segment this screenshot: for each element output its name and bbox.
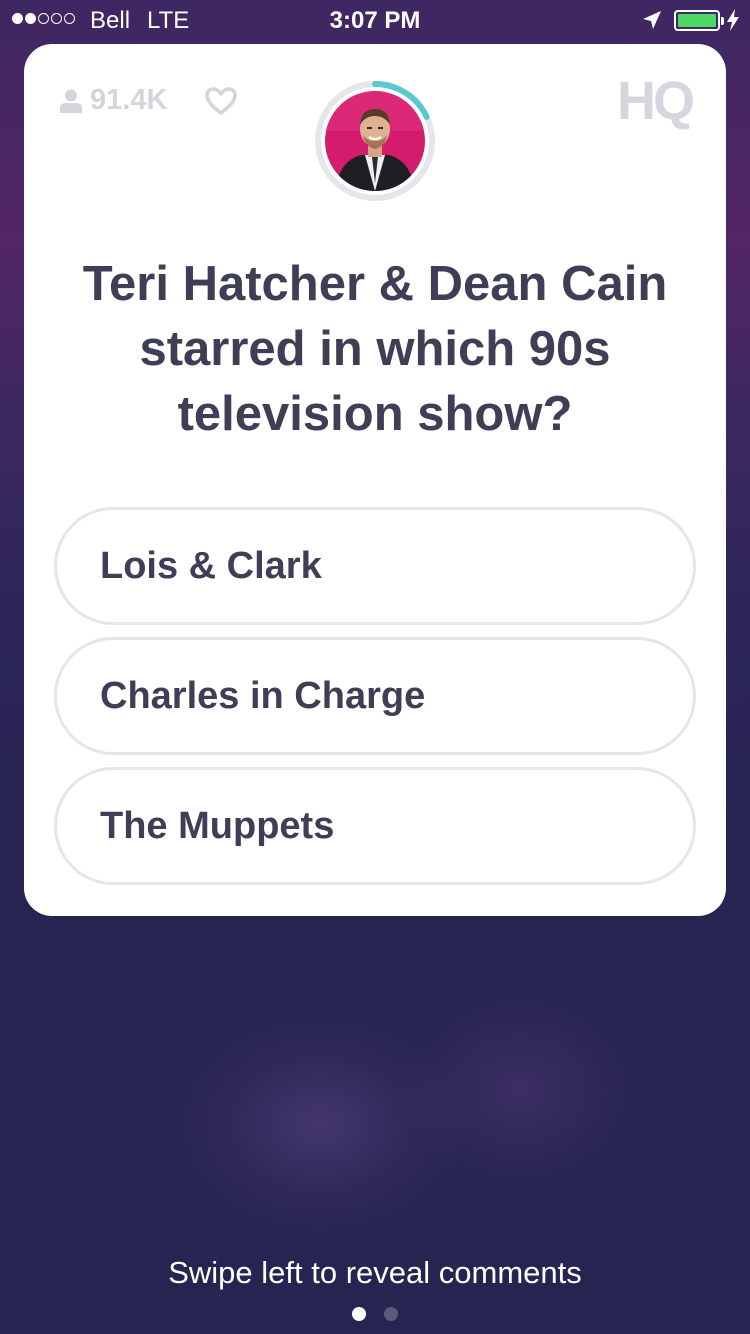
- answer-option-3[interactable]: The Muppets: [54, 767, 696, 885]
- question-text: Teri Hatcher & Dean Cain starred in whic…: [82, 257, 668, 441]
- viewer-count-label: 91.4K: [90, 84, 168, 116]
- page-dot[interactable]: [384, 1307, 398, 1321]
- host-avatar: [314, 80, 436, 202]
- status-bar: Bell LTE 3:07 PM: [0, 0, 750, 40]
- battery-tip: [721, 17, 724, 25]
- answer-option-1[interactable]: Lois & Clark: [54, 507, 696, 625]
- battery-icon: [674, 10, 724, 31]
- swipe-hint: Swipe left to reveal comments: [168, 1255, 582, 1290]
- answer-label: Lois & Clark: [100, 544, 322, 587]
- person-icon: [60, 89, 82, 113]
- location-arrow-icon: [643, 11, 661, 29]
- answer-option-2[interactable]: Charles in Charge: [54, 637, 696, 755]
- page-indicator: [0, 1307, 750, 1321]
- page-dot-active[interactable]: [352, 1307, 366, 1321]
- charging-bolt-icon: [727, 9, 739, 31]
- hq-logo: HQ: [617, 71, 695, 131]
- background-glow: [400, 990, 640, 1190]
- status-time: 3:07 PM: [329, 7, 421, 34]
- battery-level: [678, 14, 716, 27]
- question-card: 91.4K HQ Teri Hatcher & Dean Cain starre…: [24, 44, 726, 916]
- heart-icon[interactable]: [204, 86, 238, 116]
- answer-label: The Muppets: [100, 804, 335, 847]
- answer-label: Charles in Charge: [100, 674, 426, 717]
- host-photo: [325, 91, 425, 191]
- viewer-count: 91.4K: [60, 84, 167, 117]
